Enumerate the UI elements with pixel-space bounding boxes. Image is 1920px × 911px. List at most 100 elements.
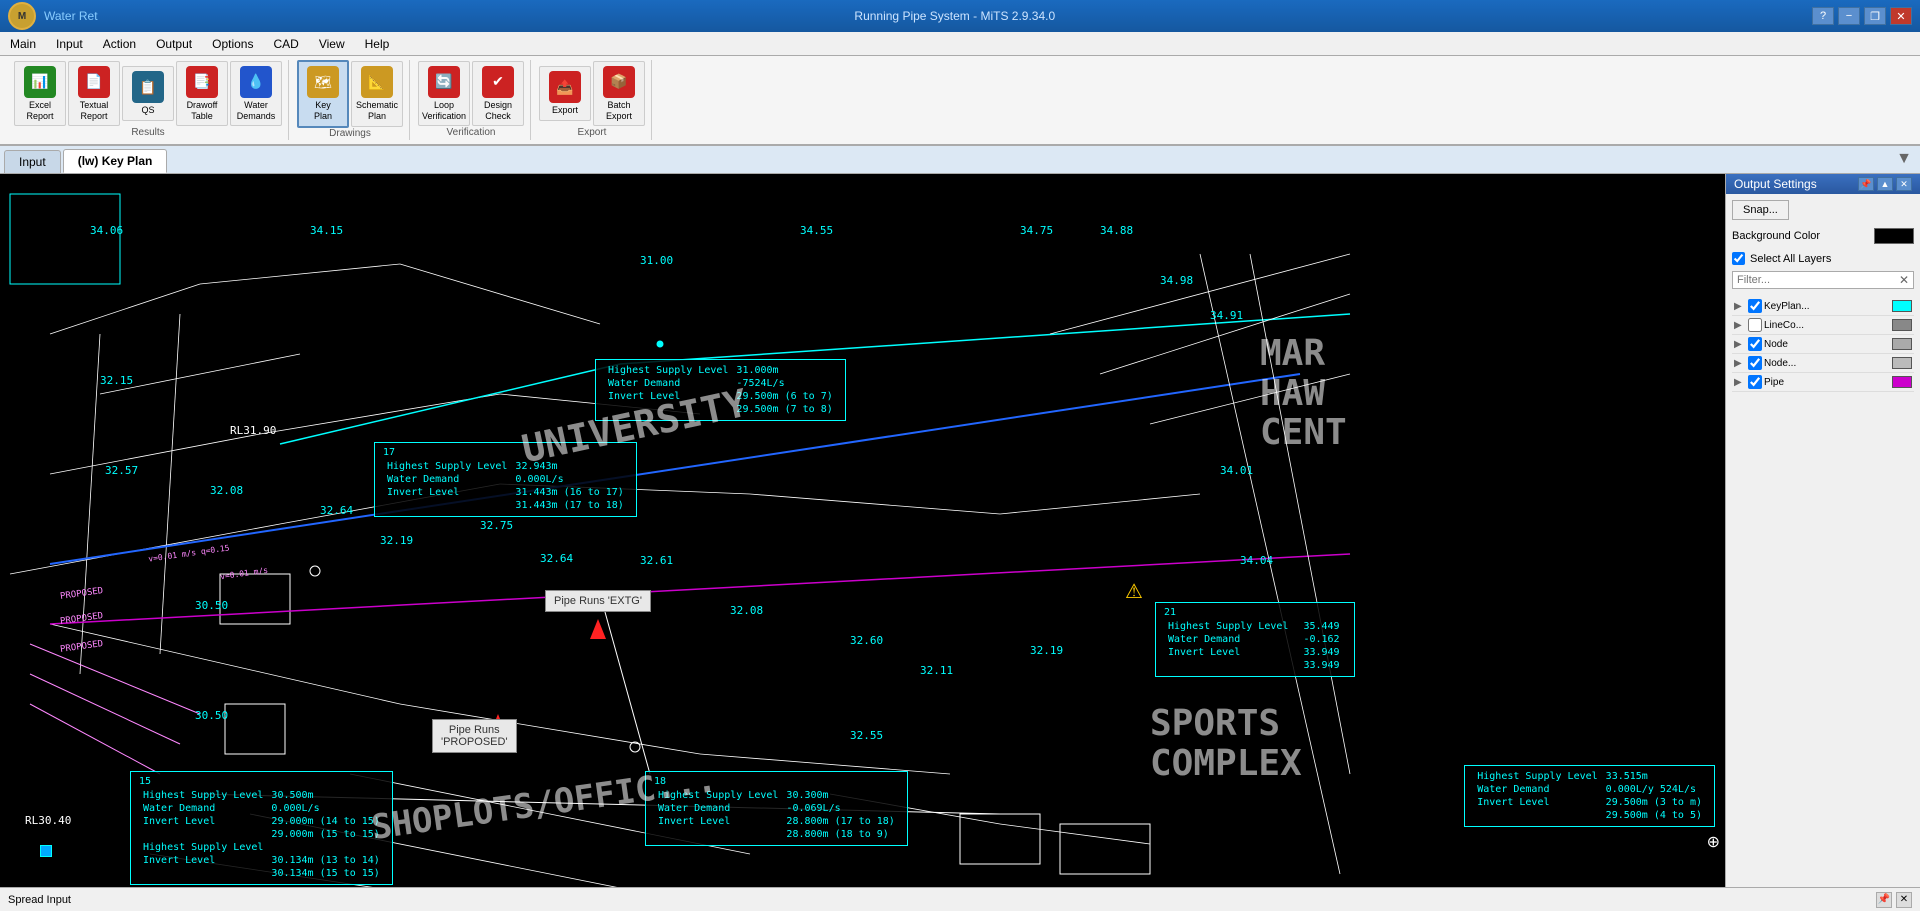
tab-dropdown-button[interactable]: ▼ — [1896, 150, 1912, 168]
select-all-checkbox[interactable] — [1732, 252, 1745, 265]
restore-button[interactable]: ❐ — [1864, 7, 1886, 25]
cad-canvas[interactable]: 34.06 34.15 31.00 34.55 34.75 34.88 34.9… — [0, 174, 1725, 887]
batch-icon: 📦 — [603, 66, 635, 98]
tab-input[interactable]: Input — [4, 150, 61, 173]
panel-pin-button[interactable]: 📌 — [1858, 177, 1874, 191]
toolbar: 📊 ExcelReport 📄 TextualReport 📋 QS 📑 Dra… — [0, 56, 1920, 146]
status-close-button[interactable]: ✕ — [1896, 892, 1912, 908]
snap-button[interactable]: Snap... — [1732, 200, 1789, 220]
color-lineco[interactable] — [1892, 319, 1912, 331]
layer-list: ▶ KeyPlan... ▶ LineCo... ▶ Node — [1732, 297, 1914, 392]
results-label: Results — [131, 127, 164, 140]
expand-node2[interactable]: ▶ — [1734, 358, 1746, 369]
layer-lineco[interactable]: ▶ LineCo... — [1732, 316, 1914, 335]
menu-help[interactable]: Help — [355, 32, 400, 55]
loop-icon: 🔄 — [428, 66, 460, 98]
elev-2: 34.15 — [310, 224, 343, 237]
select-all-row: Select All Layers — [1732, 252, 1914, 265]
water-demands-button[interactable]: 💧 WaterDemands — [230, 61, 282, 127]
menu-cad[interactable]: CAD — [263, 32, 308, 55]
expand-keyplan[interactable]: ▶ — [1734, 301, 1746, 312]
key-plan-button[interactable]: 🗺 KeyPlan — [297, 60, 349, 128]
filter-clear-button[interactable]: ✕ — [1895, 273, 1913, 287]
elev-16: 32.75 — [480, 519, 513, 532]
extg-pipe-label: Pipe Runs 'EXTG' — [545, 590, 651, 612]
check-keyplan[interactable] — [1748, 299, 1762, 313]
drawoff-icon: 📑 — [186, 66, 218, 98]
export-button[interactable]: 📤 Export — [539, 66, 591, 121]
qs-button[interactable]: 📋 QS — [122, 66, 174, 121]
menu-main[interactable]: Main — [0, 32, 46, 55]
loop-verification-button[interactable]: 🔄 LoopVerification — [418, 61, 470, 127]
check-lineco[interactable] — [1748, 318, 1762, 332]
elev-3: 31.00 — [640, 254, 673, 267]
elev-12: 32.15 — [100, 374, 133, 387]
elev-9: 34.01 — [1220, 464, 1253, 477]
window-title: Running Pipe System - MiTS 2.9.34.0 — [98, 9, 1812, 23]
textual-report-button[interactable]: 📄 TextualReport — [68, 61, 120, 127]
results-group: 📊 ExcelReport 📄 TextualReport 📋 QS 📑 Dra… — [8, 60, 289, 140]
check-node2[interactable] — [1748, 356, 1762, 370]
elev-23: 30.50 — [195, 599, 228, 612]
color-node2[interactable] — [1892, 357, 1912, 369]
rl-label-2: RL30.40 — [25, 814, 71, 827]
status-bar: Spread Input 📌 ✕ — [0, 887, 1920, 911]
textual-icon: 📄 — [78, 66, 110, 98]
export-group: 📤 Export 📦 BatchExport Export — [533, 60, 652, 140]
warning-icon: ⚠ — [1125, 579, 1143, 604]
menu-action[interactable]: Action — [93, 32, 146, 55]
elev-24: 30.50 — [195, 709, 228, 722]
panel-close-button[interactable]: ✕ — [1896, 177, 1912, 191]
excel-report-button[interactable]: 📊 ExcelReport — [14, 61, 66, 127]
design-check-button[interactable]: ✔ DesignCheck — [472, 61, 524, 127]
panel-float-button[interactable]: ▲ — [1877, 177, 1893, 191]
drawings-group: 🗺 KeyPlan 📐 SchematicPlan Drawings — [291, 60, 410, 140]
bg-color-label: Background Color — [1732, 230, 1820, 242]
mar-hawk-text: MARHAWCENT — [1260, 334, 1347, 453]
design-icon: ✔ — [482, 66, 514, 98]
layer-name-pipe: Pipe — [1764, 377, 1890, 388]
sports-text: SPORTSCOMPLEX — [1150, 704, 1302, 783]
title-bar: M Water Ret Running Pipe System - MiTS 2… — [0, 0, 1920, 32]
schematic-icon: 📐 — [361, 66, 393, 98]
layer-node[interactable]: ▶ Node — [1732, 335, 1914, 354]
proposed-pipe-label: Pipe Runs'PROPOSED' — [432, 719, 517, 753]
batch-export-button[interactable]: 📦 BatchExport — [593, 61, 645, 127]
drawoff-table-button[interactable]: 📑 DrawoffTable — [176, 61, 228, 127]
bg-color-row: Background Color — [1732, 228, 1914, 244]
minimize-button[interactable]: − — [1838, 7, 1860, 25]
expand-pipe[interactable]: ▶ — [1734, 377, 1746, 388]
status-pin-button[interactable]: 📌 — [1876, 892, 1892, 908]
elev-4: 34.55 — [800, 224, 833, 237]
layer-node2[interactable]: ▶ Node... — [1732, 354, 1914, 373]
filter-input[interactable] — [1733, 272, 1895, 288]
close-button[interactable]: ✕ — [1890, 7, 1912, 25]
menu-output[interactable]: Output — [146, 32, 202, 55]
qs-icon: 📋 — [132, 71, 164, 103]
elev-14: 32.64 — [320, 504, 353, 517]
color-keyplan[interactable] — [1892, 300, 1912, 312]
layer-pipe[interactable]: ▶ Pipe — [1732, 373, 1914, 392]
elev-25: 32.55 — [850, 729, 883, 742]
menu-view[interactable]: View — [309, 32, 355, 55]
elev-11: 32.57 — [105, 464, 138, 477]
color-pipe[interactable] — [1892, 376, 1912, 388]
check-node[interactable] — [1748, 337, 1762, 351]
elev-15: 32.19 — [380, 534, 413, 547]
grid-snap-marker: ⊕ — [1707, 832, 1720, 852]
elev-22: 32.19 — [1030, 644, 1063, 657]
color-node[interactable] — [1892, 338, 1912, 350]
expand-lineco[interactable]: ▶ — [1734, 320, 1746, 331]
elev-18: 32.61 — [640, 554, 673, 567]
expand-node[interactable]: ▶ — [1734, 339, 1746, 350]
tab-lw-key-plan[interactable]: (lw) Key Plan — [63, 149, 168, 173]
menu-options[interactable]: Options — [202, 32, 263, 55]
info-box-6: Highest Supply Level33.515m Water Demand… — [1464, 765, 1715, 827]
help-button[interactable]: ? — [1812, 7, 1834, 25]
schematic-plan-button[interactable]: 📐 SchematicPlan — [351, 61, 403, 127]
bg-color-swatch[interactable] — [1874, 228, 1914, 244]
layer-keyplan[interactable]: ▶ KeyPlan... — [1732, 297, 1914, 316]
check-pipe[interactable] — [1748, 375, 1762, 389]
menu-input[interactable]: Input — [46, 32, 93, 55]
elev-20: 32.60 — [850, 634, 883, 647]
